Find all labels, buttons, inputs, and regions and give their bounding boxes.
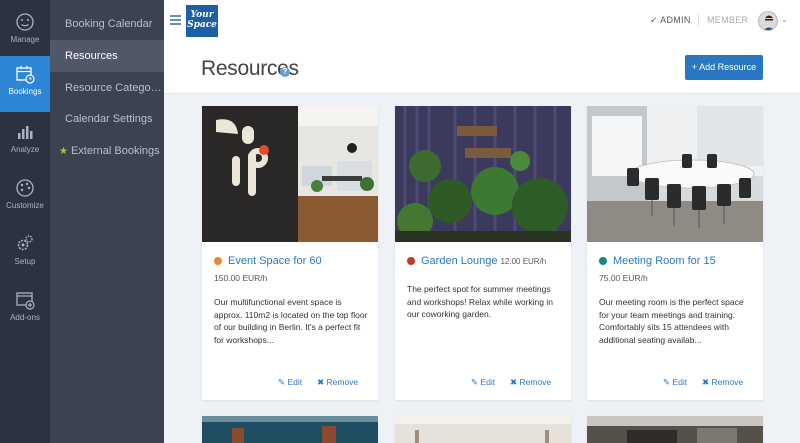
status-dot — [599, 257, 607, 265]
close-icon: ✖ — [510, 377, 518, 387]
rail-item-setup[interactable]: Setup — [0, 226, 50, 282]
resource-name-link[interactable]: Event Space for 60 — [228, 255, 322, 267]
logo-line-2: Space — [187, 20, 217, 30]
resource-description: Our meeting room is the perfect space fo… — [599, 297, 744, 345]
menu-item-booking-calendar[interactable]: Booking Calendar — [50, 8, 164, 40]
resource-photo-meeting-room[interactable] — [587, 106, 763, 242]
rail-label: Add-ons — [10, 313, 40, 322]
plus-icon: + — [691, 62, 698, 72]
rail-label: Setup — [14, 257, 36, 266]
palette-icon — [16, 179, 34, 197]
resource-photo[interactable] — [395, 416, 571, 443]
close-icon: ✖ — [702, 377, 710, 387]
remove-label: Remove — [519, 377, 552, 387]
secondary-menu: Booking Calendar Resources Resource Cate… — [50, 0, 164, 443]
page-header: Resources ? + Add Resource — [164, 42, 800, 94]
user-avatar-icon — [763, 15, 775, 30]
pencil-icon: ✎ — [663, 377, 671, 387]
logo[interactable]: Your Space — [186, 5, 218, 37]
edit-label: Edit — [672, 377, 688, 387]
resource-card: Garden Lounge 12.00 EUR/h The perfect spo… — [395, 106, 571, 400]
resource-photo[interactable] — [202, 416, 378, 443]
icon-rail: Manage Bookings Analyze Customize Setup … — [0, 0, 50, 443]
remove-label: Remove — [711, 377, 744, 387]
status-dot — [214, 257, 222, 265]
menu-item-external-bookings[interactable]: ★ External Bookings — [50, 135, 164, 167]
menu-item-resource-categories[interactable]: Resource Categori... — [50, 72, 164, 104]
resource-price: 75.00 EUR/h — [599, 273, 648, 283]
divider — [698, 14, 699, 26]
resource-photo-garden-lounge[interactable] — [395, 106, 571, 242]
resource-description: Our multifunctional event space is appro… — [214, 297, 368, 345]
pencil-icon: ✎ — [471, 377, 479, 387]
resource-price: 150.00 EUR/h — [214, 273, 268, 283]
member-role-link[interactable]: MEMBER — [707, 15, 748, 25]
check-icon: ✓ — [650, 15, 658, 25]
resource-card: Meeting Room for 15 75.00 EUR/h Our meet… — [587, 106, 763, 400]
resource-card-partial — [202, 416, 378, 443]
top-bar: Your Space ✓ ADMIN MEMBER ⌄ — [164, 0, 800, 42]
add-window-icon — [16, 292, 35, 310]
resource-card-partial — [587, 416, 763, 443]
admin-role-link[interactable]: ✓ ADMIN — [650, 15, 691, 26]
bar-chart-icon — [18, 126, 33, 139]
edit-label: Edit — [480, 377, 496, 387]
rail-item-customize[interactable]: Customize — [0, 170, 50, 226]
rail-item-bookings[interactable]: Bookings — [0, 56, 50, 112]
resource-description: The perfect spot for summer meetings and… — [407, 284, 553, 320]
rail-item-addons[interactable]: Add-ons — [0, 282, 50, 338]
rail-item-analyze[interactable]: Analyze — [0, 114, 50, 170]
chevron-down-icon[interactable]: ⌄ — [781, 15, 788, 24]
resource-card: Event Space for 60 150.00 EUR/h Our mult… — [202, 106, 378, 400]
avatar[interactable] — [758, 11, 778, 31]
calendar-icon — [16, 66, 35, 84]
resource-name-row: Event Space for 60 — [214, 255, 374, 267]
pencil-icon: ✎ — [278, 377, 286, 387]
close-icon: ✖ — [317, 377, 325, 387]
resource-name-row: Meeting Room for 15 — [599, 255, 759, 267]
face-icon — [16, 13, 34, 31]
rail-item-manage[interactable]: Manage — [0, 4, 50, 60]
menu-item-calendar-settings[interactable]: Calendar Settings — [50, 103, 164, 135]
logo-line-1: Your — [190, 10, 214, 20]
resource-name-link[interactable]: Meeting Room for 15 — [613, 255, 716, 267]
remove-button[interactable]: ✖ Remove — [317, 377, 358, 388]
resource-name-link[interactable]: Garden Lounge — [421, 255, 497, 267]
edit-button[interactable]: ✎ Edit — [663, 377, 687, 388]
resource-card-partial — [395, 416, 571, 443]
add-resource-label: Add Resource — [699, 62, 757, 72]
resource-price: 12.00 EUR/h — [500, 257, 547, 266]
rail-label: Analyze — [10, 145, 40, 154]
edit-button[interactable]: ✎ Edit — [278, 377, 302, 388]
resource-name-row: Garden Lounge 12.00 EUR/h — [407, 255, 567, 267]
hamburger-icon[interactable] — [170, 15, 181, 25]
help-icon[interactable]: ? — [280, 67, 290, 77]
remove-button[interactable]: ✖ Remove — [510, 377, 551, 388]
remove-label: Remove — [326, 377, 359, 387]
edit-label: Edit — [287, 377, 303, 387]
status-dot — [407, 257, 415, 265]
rail-label: Customize — [6, 201, 44, 210]
edit-button[interactable]: ✎ Edit — [471, 377, 495, 388]
add-resource-button[interactable]: + Add Resource — [685, 55, 763, 80]
remove-button[interactable]: ✖ Remove — [702, 377, 743, 388]
resource-photo[interactable] — [587, 416, 763, 443]
admin-label: ADMIN — [660, 15, 691, 25]
gears-icon — [17, 235, 33, 251]
rail-label: Bookings — [8, 87, 42, 96]
rail-label: Manage — [10, 35, 40, 44]
resource-photo-event-space[interactable] — [202, 106, 378, 242]
star-icon: ★ — [59, 146, 68, 157]
menu-item-resources[interactable]: Resources — [50, 40, 164, 72]
menu-item-label: External Bookings — [70, 145, 160, 157]
